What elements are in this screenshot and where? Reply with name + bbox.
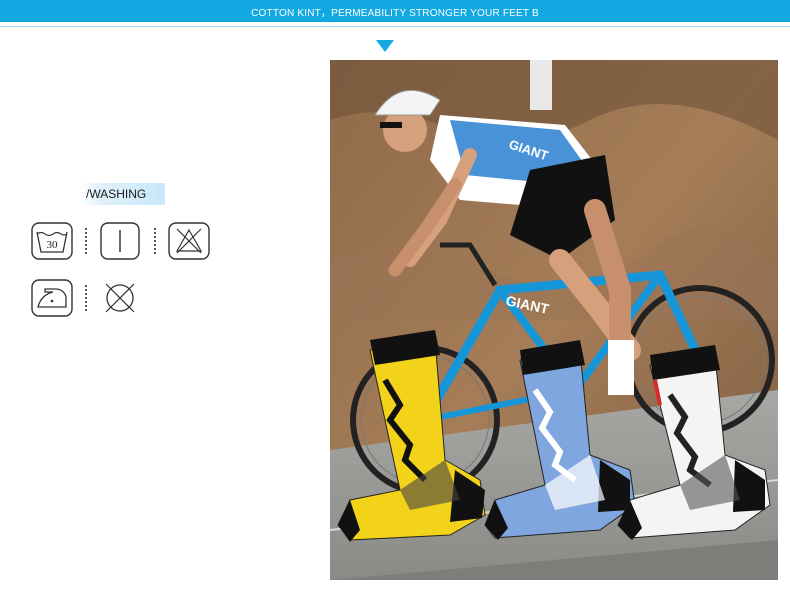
separator	[85, 285, 87, 311]
down-arrow-icon	[376, 40, 394, 52]
wash-temperature: 30	[47, 239, 59, 251]
product-photo: GIANT GIANT	[330, 60, 778, 580]
separator	[154, 228, 156, 254]
cyclist-with-socks-illustration: GIANT GIANT	[330, 60, 778, 580]
top-banner: COTTON KINT，PERMEABILITY STRONGER YOUR F…	[0, 0, 790, 22]
banner-text: COTTON KINT，PERMEABILITY STRONGER YOUR F…	[251, 7, 539, 19]
separator	[85, 228, 87, 254]
washing-heading-text: /WASHING	[86, 187, 147, 201]
washing-heading: /WASHING	[80, 183, 165, 205]
banner-divider	[0, 26, 790, 27]
iron-low-icon	[31, 279, 73, 317]
no-bleach-icon	[168, 222, 210, 260]
tumble-dry-icon	[100, 222, 140, 260]
no-dry-clean-icon	[105, 283, 135, 313]
wash-30-icon: 30	[31, 222, 73, 260]
